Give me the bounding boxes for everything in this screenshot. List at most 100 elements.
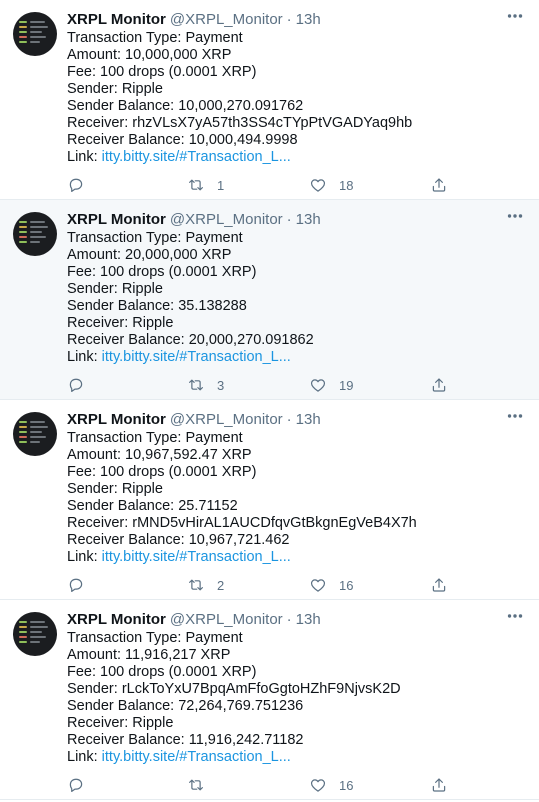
retweet-button[interactable]: 2 bbox=[187, 575, 224, 595]
text-line: Transaction Type: Payment bbox=[67, 30, 243, 46]
avatar-screen-graphic bbox=[19, 221, 51, 247]
share-button[interactable] bbox=[430, 775, 448, 795]
retweet-button[interactable]: 3 bbox=[187, 375, 224, 395]
speech-bubble-icon bbox=[69, 378, 83, 392]
like-button[interactable]: 16 bbox=[309, 575, 353, 595]
transaction-link[interactable]: itty.bitty.site/#Transaction_L... bbox=[102, 349, 291, 365]
text-line: Sender: rLckToYxU7BpqAmFfoGgtoHZhF9NjvsK… bbox=[67, 681, 401, 697]
text-line: Sender: Ripple bbox=[67, 281, 163, 297]
timestamp[interactable]: 13h bbox=[296, 11, 321, 28]
separator-dot: · bbox=[286, 211, 292, 228]
display-name[interactable]: XRPL Monitor bbox=[67, 411, 166, 428]
tweet-header: XRPL Monitor @XRPL_Monitor · 13h bbox=[67, 410, 525, 430]
transaction-link[interactable]: itty.bitty.site/#Transaction_L... bbox=[102, 749, 291, 765]
avatar-screen-graphic bbox=[19, 421, 51, 447]
text-line: Sender Balance: 72,264,769.751236 bbox=[67, 698, 304, 714]
tweet-actions: 3 19 bbox=[67, 375, 462, 395]
text-line: Sender: Ripple bbox=[67, 81, 163, 97]
text-line: Fee: 100 drops (0.0001 XRP) bbox=[67, 464, 257, 480]
text-line: Transaction Type: Payment bbox=[67, 430, 243, 446]
user-handle[interactable]: @XRPL_Monitor bbox=[170, 611, 283, 628]
heart-icon bbox=[310, 379, 326, 392]
text-line: Receiver Balance: 11,916,242.71182 bbox=[67, 732, 304, 748]
text-line: Receiver Balance: 20,000,270.091862 bbox=[67, 332, 314, 348]
tweet-actions: 2 16 bbox=[67, 575, 462, 595]
text-line: Amount: 10,967,592.47 XRP bbox=[67, 447, 252, 463]
avatar-screen-graphic bbox=[19, 621, 51, 647]
display-name[interactable]: XRPL Monitor bbox=[67, 211, 166, 228]
share-upload-icon bbox=[432, 578, 446, 592]
separator-dot: · bbox=[286, 611, 292, 628]
ellipsis-icon bbox=[507, 614, 523, 618]
user-handle[interactable]: @XRPL_Monitor bbox=[170, 411, 283, 428]
retweet-count: 2 bbox=[217, 577, 225, 593]
more-options-button[interactable] bbox=[505, 6, 525, 26]
tweet-card[interactable]: XRPL Monitor @XRPL_Monitor · 13h Transactio… bbox=[0, 600, 539, 800]
more-options-button[interactable] bbox=[505, 406, 525, 426]
text-line: Sender Balance: 25.71152 bbox=[67, 498, 238, 514]
ellipsis-icon bbox=[507, 214, 523, 218]
separator-dot: · bbox=[286, 411, 292, 428]
timestamp[interactable]: 13h bbox=[296, 211, 321, 228]
user-handle[interactable]: @XRPL_Monitor bbox=[170, 11, 283, 28]
tweet-card[interactable]: XRPL Monitor @XRPL_Monitor · 13h Transactio… bbox=[0, 200, 539, 400]
ellipsis-icon bbox=[507, 414, 523, 418]
display-name[interactable]: XRPL Monitor bbox=[67, 611, 166, 628]
tweet-card[interactable]: XRPL Monitor @XRPL_Monitor · 13h Transactio… bbox=[0, 400, 539, 600]
tweet-text: Transaction Type: Payment Amount: 10,967… bbox=[67, 430, 525, 566]
retweet-button[interactable]: 1 bbox=[187, 175, 224, 195]
more-options-button[interactable] bbox=[505, 606, 525, 626]
tweet-actions: 16 bbox=[67, 775, 462, 795]
transaction-link[interactable]: itty.bitty.site/#Transaction_L... bbox=[102, 149, 291, 165]
like-count: 18 bbox=[339, 177, 354, 193]
avatar[interactable] bbox=[13, 12, 57, 56]
timestamp[interactable]: 13h bbox=[296, 611, 321, 628]
like-button[interactable]: 19 bbox=[309, 375, 353, 395]
avatar[interactable] bbox=[13, 212, 57, 256]
link-label: Link: bbox=[67, 749, 102, 765]
heart-icon bbox=[310, 779, 326, 792]
avatar[interactable] bbox=[13, 612, 57, 656]
tweet-text: Transaction Type: Payment Amount: 20,000… bbox=[67, 230, 525, 366]
text-line: Amount: 10,000,000 XRP bbox=[67, 47, 232, 63]
like-button[interactable]: 16 bbox=[309, 775, 353, 795]
text-line: Receiver: Ripple bbox=[67, 315, 174, 331]
link-line: Link: itty.bitty.site/#Transaction_L... bbox=[67, 749, 525, 766]
retweet-button[interactable] bbox=[187, 775, 217, 795]
heart-icon bbox=[310, 179, 326, 192]
text-line: Receiver Balance: 10,967,721.462 bbox=[67, 532, 290, 548]
like-count: 16 bbox=[339, 577, 354, 593]
transaction-link[interactable]: itty.bitty.site/#Transaction_L... bbox=[102, 549, 291, 565]
tweet-feed: XRPL Monitor @XRPL_Monitor · 13h Transactio… bbox=[0, 0, 539, 800]
tweet-header: XRPL Monitor @XRPL_Monitor · 13h bbox=[67, 610, 525, 630]
retweet-count: 1 bbox=[217, 177, 225, 193]
retweet-icon bbox=[189, 179, 203, 191]
like-button[interactable]: 18 bbox=[309, 175, 353, 195]
reply-button[interactable] bbox=[67, 175, 97, 195]
text-line: Fee: 100 drops (0.0001 XRP) bbox=[67, 64, 257, 80]
retweet-icon bbox=[189, 579, 203, 591]
tweet-text: Transaction Type: Payment Amount: 10,000… bbox=[67, 30, 525, 166]
reply-button[interactable] bbox=[67, 575, 97, 595]
user-handle[interactable]: @XRPL_Monitor bbox=[170, 211, 283, 228]
text-line: Fee: 100 drops (0.0001 XRP) bbox=[67, 664, 257, 680]
speech-bubble-icon bbox=[69, 178, 83, 192]
reply-button[interactable] bbox=[67, 375, 97, 395]
heart-icon bbox=[310, 579, 326, 592]
text-line: Sender Balance: 35.138288 bbox=[67, 298, 247, 314]
share-button[interactable] bbox=[430, 375, 448, 395]
link-label: Link: bbox=[67, 149, 102, 165]
timestamp[interactable]: 13h bbox=[296, 411, 321, 428]
tweet-card[interactable]: XRPL Monitor @XRPL_Monitor · 13h Transactio… bbox=[0, 0, 539, 200]
speech-bubble-icon bbox=[69, 778, 83, 792]
text-line: Sender: Ripple bbox=[67, 481, 163, 497]
avatar[interactable] bbox=[13, 412, 57, 456]
display-name[interactable]: XRPL Monitor bbox=[67, 11, 166, 28]
tweet-header: XRPL Monitor @XRPL_Monitor · 13h bbox=[67, 10, 525, 30]
share-button[interactable] bbox=[430, 175, 448, 195]
share-upload-icon bbox=[432, 778, 446, 792]
link-line: Link: itty.bitty.site/#Transaction_L... bbox=[67, 349, 525, 366]
more-options-button[interactable] bbox=[505, 206, 525, 226]
share-button[interactable] bbox=[430, 575, 448, 595]
reply-button[interactable] bbox=[67, 775, 97, 795]
